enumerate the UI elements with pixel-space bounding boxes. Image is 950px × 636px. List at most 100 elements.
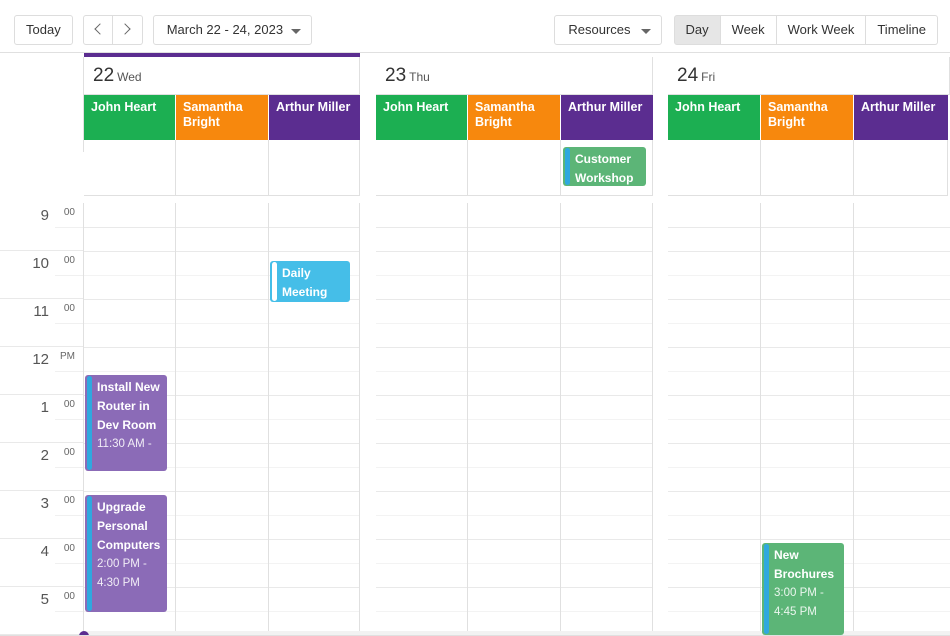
grid-line-hour <box>561 539 652 540</box>
grid-line-hour <box>176 299 268 300</box>
grid-line-hour <box>176 395 268 396</box>
view-tab-day[interactable]: Day <box>673 15 721 45</box>
hour-label: 4 <box>40 543 49 560</box>
previous-button[interactable] <box>82 15 113 45</box>
all-day-cell[interactable] <box>84 140 176 196</box>
resource-header-samantha-bright[interactable]: Samantha Bright <box>176 95 269 140</box>
grid-line-hour <box>668 539 760 540</box>
appointment-subject: Customer Workshop <box>575 152 634 185</box>
grid-line-hour <box>468 587 560 588</box>
half-hour-divider <box>55 419 83 420</box>
grid-column-samantha-bright[interactable]: New Brochures 3:00 PM - 4:45 PM <box>761 203 854 635</box>
day-group-23: 23 Thu John Heart Samantha Bright Arthur … <box>376 57 653 196</box>
grid-line-half <box>176 611 268 612</box>
grid-column-arthur-miller[interactable]: Daily Meeting <box>269 203 360 635</box>
resource-header-john-heart[interactable]: John Heart <box>668 95 761 140</box>
time-gutter-header <box>0 57 84 152</box>
grid-line-hour <box>561 443 652 444</box>
appointment-install-new-router[interactable]: Install New Router in Dev Room 11:30 AM … <box>85 375 167 471</box>
hour-label: 5 <box>40 591 49 608</box>
all-day-cell[interactable] <box>668 140 761 196</box>
all-day-appointment-customer-workshop[interactable]: Customer Workshop <box>563 147 646 186</box>
grid-column-john-heart[interactable] <box>668 203 761 635</box>
grid-line-half <box>761 515 853 516</box>
scheduler-widget: Today March 22 - 24, 2023 Resources Day … <box>0 0 950 636</box>
grid-line-hour <box>854 251 950 252</box>
appointment-daily-meeting[interactable]: Daily Meeting <box>270 261 350 302</box>
grid-line-half <box>668 323 760 324</box>
date-range-button[interactable]: March 22 - 24, 2023 <box>152 15 313 45</box>
grid-line-half <box>376 323 467 324</box>
grid-line-hour <box>561 587 652 588</box>
grid-line-hour <box>668 299 760 300</box>
date-day-of-week: Wed <box>117 70 142 84</box>
hour-row: 10 00 <box>0 251 83 299</box>
resource-header-samantha-bright[interactable]: Samantha Bright <box>468 95 561 140</box>
grid-column-john-heart[interactable]: Install New Router in Dev Room 11:30 AM … <box>84 203 176 635</box>
date-header-22[interactable]: 22 Wed <box>84 57 360 95</box>
grid-line-half <box>269 515 359 516</box>
grid-line-half <box>468 563 560 564</box>
all-day-cell[interactable] <box>468 140 561 196</box>
grid-line-half <box>468 227 560 228</box>
grid-column-samantha-bright[interactable] <box>468 203 561 635</box>
date-number: 22 <box>93 65 115 86</box>
grid-line-hour <box>561 251 652 252</box>
resources-dropdown[interactable]: Resources <box>554 15 662 45</box>
grid-day-22: Install New Router in Dev Room 11:30 AM … <box>84 203 360 635</box>
grid-line-half <box>561 467 652 468</box>
all-day-cell[interactable] <box>376 140 468 196</box>
grid-line-hour <box>761 395 853 396</box>
hour-label: 1 <box>40 399 49 416</box>
all-day-cell[interactable]: Customer Workshop <box>561 140 653 196</box>
next-button[interactable] <box>112 15 143 45</box>
resource-header-arthur-miller[interactable]: Arthur Miller <box>269 95 360 140</box>
grid-column-samantha-bright[interactable] <box>176 203 269 635</box>
grid-line-half <box>468 611 560 612</box>
grid-line-half <box>668 611 760 612</box>
grid-column-arthur-miller[interactable] <box>854 203 950 635</box>
hour-row: 3 00 <box>0 491 83 539</box>
all-day-cell[interactable] <box>854 140 948 196</box>
resource-header-arthur-miller[interactable]: Arthur Miller <box>854 95 948 140</box>
view-tab-week[interactable]: Week <box>720 15 777 45</box>
grid-line-half <box>84 227 175 228</box>
all-day-cell[interactable] <box>269 140 360 196</box>
grid-line-hour <box>376 587 467 588</box>
view-tab-timeline[interactable]: Timeline <box>866 15 938 45</box>
time-grid[interactable]: 9 00 10 00 11 00 12 PM 1 00 2 00 3 00 4 … <box>0 203 950 635</box>
date-header-23[interactable]: 23 Thu <box>376 57 653 95</box>
grid-line-half <box>176 419 268 420</box>
view-tab-work-week[interactable]: Work Week <box>776 15 867 45</box>
grid-line-half <box>854 323 950 324</box>
today-button[interactable]: Today <box>14 15 73 45</box>
appointment-body: Upgrade Personal Computers 2:00 PM - 4:3… <box>92 495 167 612</box>
grid-line-half <box>376 515 467 516</box>
grid-column-arthur-miller[interactable] <box>561 203 653 635</box>
grid-line-hour <box>761 347 853 348</box>
grid-line-hour <box>84 251 175 252</box>
grid-line-hour <box>668 443 760 444</box>
grid-line-hour <box>854 491 950 492</box>
grid-line-half <box>176 227 268 228</box>
all-day-cell[interactable] <box>176 140 269 196</box>
half-hour-divider <box>55 563 83 564</box>
resource-header-samantha-bright[interactable]: Samantha Bright <box>761 95 854 140</box>
grid-line-hour <box>269 347 359 348</box>
date-header-24[interactable]: 24 Fri <box>668 57 950 95</box>
today-accent-bar <box>84 53 360 57</box>
resource-header-john-heart[interactable]: John Heart <box>376 95 468 140</box>
grid-line-half <box>468 515 560 516</box>
appointment-new-brochures[interactable]: New Brochures 3:00 PM - 4:45 PM <box>762 543 844 635</box>
chevron-left-icon <box>94 23 106 35</box>
hour-suffix: 00 <box>63 543 75 554</box>
grid-line-half <box>668 419 760 420</box>
grid-line-half <box>761 467 853 468</box>
resource-header-john-heart[interactable]: John Heart <box>84 95 176 140</box>
grid-line-half <box>468 371 560 372</box>
resource-header-arthur-miller[interactable]: Arthur Miller <box>561 95 653 140</box>
appointment-upgrade-personal-computers[interactable]: Upgrade Personal Computers 2:00 PM - 4:3… <box>85 495 167 612</box>
grid-line-hour <box>761 299 853 300</box>
grid-column-john-heart[interactable] <box>376 203 468 635</box>
all-day-cell[interactable] <box>761 140 854 196</box>
